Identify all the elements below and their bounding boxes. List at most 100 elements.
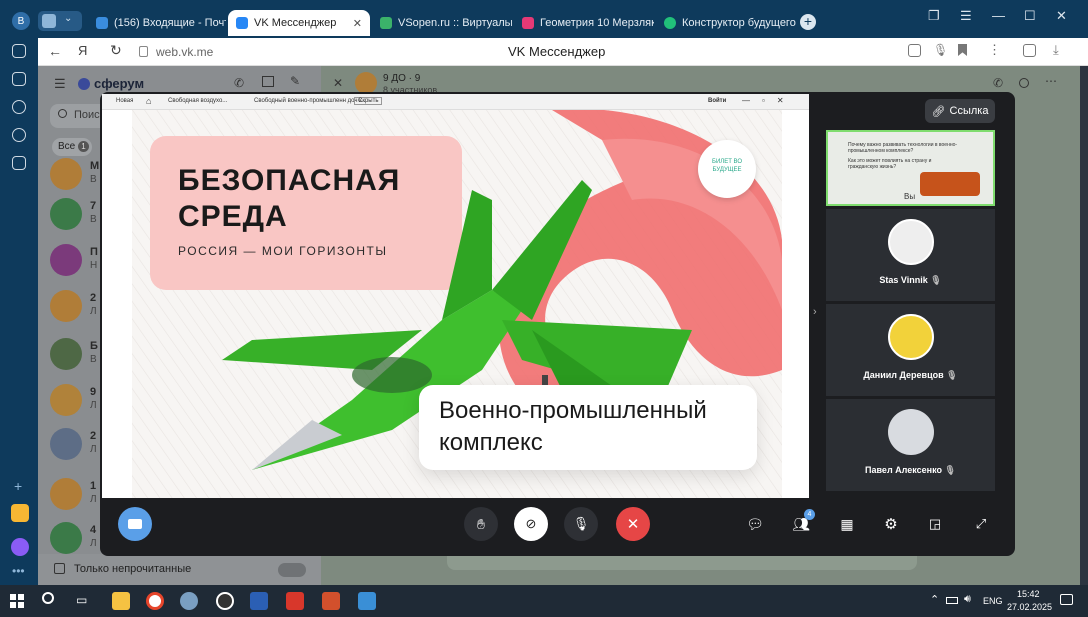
browser-side-rail: + ••• (0, 38, 38, 585)
chat-snippet: Л (90, 538, 97, 549)
tabs-icon[interactable] (12, 72, 26, 86)
participant-name-row: Павел Алексенко 🎙︎ (826, 465, 995, 476)
tab-mail[interactable]: (156) Входящие - Почта M (88, 10, 226, 36)
self-preview-question-2: Как это может повлиять на страну и гражд… (848, 158, 932, 170)
tab-vk-messenger[interactable]: VK Мессенджер ✕ (228, 10, 370, 36)
chat-name: М (90, 160, 100, 172)
word-icon[interactable] (250, 592, 268, 610)
add-icon[interactable]: + (14, 478, 22, 494)
more-icon[interactable]: ••• (12, 564, 25, 578)
downloads-icon[interactable] (12, 156, 26, 170)
minimize-call-button[interactable]: ◲ (918, 507, 952, 541)
yandex-browser-icon[interactable] (146, 592, 164, 610)
media-icon[interactable] (12, 128, 26, 142)
call-icon[interactable]: ✆ (234, 76, 244, 90)
task-view-icon[interactable]: ▭ (76, 593, 87, 607)
translate-icon[interactable] (908, 44, 921, 57)
collections-icon[interactable] (12, 44, 26, 58)
tab-geometry[interactable]: Геометрия 10 Мерзляк Ю (514, 10, 654, 36)
back-icon[interactable]: ← (48, 43, 62, 59)
fullscreen-button[interactable]: ⤢ (964, 507, 998, 541)
compose-icon[interactable]: ✎ (290, 74, 300, 88)
layout-grid-button[interactable]: ▦ (830, 507, 864, 541)
avatar (50, 384, 82, 416)
participant-tile-self[interactable]: Почему важно развивать технологии в воен… (826, 130, 995, 206)
participant-tile[interactable]: Павел Алексенко 🎙︎ (826, 399, 995, 491)
chat-name: Б (90, 340, 98, 352)
avatar (50, 198, 82, 230)
participant-avatar (888, 314, 934, 360)
alice-icon[interactable] (11, 538, 29, 556)
search-icon[interactable] (42, 592, 54, 604)
copy-link-button[interactable]: 🔗︎ Ссылка (925, 99, 995, 123)
participants-count-badge: 4 (804, 509, 815, 520)
close-tab-icon[interactable]: ✕ (353, 17, 362, 30)
chat-snippet: Н (90, 260, 98, 271)
hamburger-icon[interactable]: ☰ (54, 76, 66, 92)
screen-share-button[interactable] (118, 507, 152, 541)
microphone-icon[interactable]: 🎙︎ (933, 43, 948, 57)
reload-icon[interactable]: ↻ (110, 42, 122, 59)
raise-hand-icon: ✋︎ (477, 515, 485, 532)
unread-only-toggle-row[interactable]: Только непрочитанные (38, 554, 321, 585)
yandex-market-icon[interactable] (11, 504, 29, 522)
end-call-button[interactable]: ✕ (616, 507, 650, 541)
self-preview-question: Почему важно развивать технологии в воен… (848, 142, 958, 154)
participants-button[interactable]: 👥︎ 4 (784, 507, 818, 541)
tab-group-button[interactable]: ⌄ (38, 11, 82, 31)
tray-chevron-icon[interactable]: ⌃ (930, 593, 939, 606)
avatar (50, 478, 82, 510)
windows-start-icon[interactable] (10, 594, 24, 608)
more-vertical-icon[interactable]: ⋮ (988, 42, 1001, 58)
microphone-toggle-button[interactable]: 🎙︎ (564, 507, 598, 541)
download-icon[interactable]: ⤓ (1053, 42, 1059, 58)
language-indicator[interactable]: ENG (983, 596, 1003, 606)
acrobat-icon[interactable] (286, 592, 304, 610)
extensions-icon[interactable] (1023, 44, 1036, 57)
bookmarks-icon[interactable]: ❐ (928, 8, 940, 24)
new-tab-button[interactable]: + (800, 14, 816, 30)
settings-button[interactable]: ⚙︎ (874, 507, 908, 541)
participant-tile[interactable]: Stas Vinnik 🎙︎ (826, 209, 995, 301)
powerpoint-icon[interactable] (322, 592, 340, 610)
geometry-icon (522, 17, 534, 29)
media-player-icon[interactable] (216, 592, 234, 610)
minimize-button[interactable]: — (992, 8, 1005, 23)
close-window-button[interactable]: ✕ (1056, 8, 1067, 24)
history-icon[interactable] (12, 100, 26, 114)
chat-snippet: Л (90, 306, 97, 317)
maximize-button[interactable]: ☐ (1024, 8, 1036, 24)
shared-tab: Новая (116, 98, 134, 104)
profile-button[interactable]: B (12, 12, 30, 30)
more-icon[interactable]: ⋯ (1045, 74, 1057, 88)
home-icon: ⌂ (146, 96, 152, 106)
yandex-icon[interactable]: Я (78, 43, 87, 58)
vsopen-icon (380, 17, 392, 29)
volume-icon[interactable]: 🔊︎ (964, 593, 971, 606)
menu-icon[interactable]: ☰ (960, 8, 972, 24)
link-icon: 🔗︎ (931, 105, 946, 118)
tab-constructor[interactable]: Конструктор будущего (656, 10, 796, 36)
close-chat-icon[interactable]: ✕ (333, 76, 343, 90)
url-text[interactable]: web.vk.me (156, 45, 213, 59)
tab-label: Геометрия 10 Мерзляк Ю (540, 17, 654, 29)
bookmark-icon[interactable] (958, 44, 967, 56)
raise-hand-button[interactable]: ✋︎ (464, 507, 498, 541)
search-icon[interactable] (1019, 78, 1029, 88)
call-icon[interactable]: ✆ (993, 76, 1003, 90)
file-explorer-icon[interactable] (112, 592, 130, 610)
collapse-panel-icon[interactable]: › (813, 306, 817, 318)
microphone-icon: 🎙︎ (572, 516, 590, 531)
camera-toggle-button[interactable]: ⊘ (514, 507, 548, 541)
chat-button[interactable]: 💬︎ (738, 507, 772, 541)
app-icon[interactable] (358, 592, 376, 610)
participant-tile[interactable]: Даниил Деревцов 🎙︎ (826, 304, 995, 396)
toggle-switch[interactable] (278, 563, 306, 577)
tab-label: Конструктор будущего (682, 17, 796, 29)
clock-date[interactable]: 27.02.2025 (1007, 602, 1052, 612)
app-icon[interactable] (180, 592, 198, 610)
tab-vsopen[interactable]: VSopen.ru :: Виртуальная (372, 10, 512, 36)
clock-time[interactable]: 15:42 (1017, 589, 1040, 599)
archive-icon[interactable] (262, 76, 274, 87)
notifications-icon[interactable] (1060, 594, 1073, 605)
